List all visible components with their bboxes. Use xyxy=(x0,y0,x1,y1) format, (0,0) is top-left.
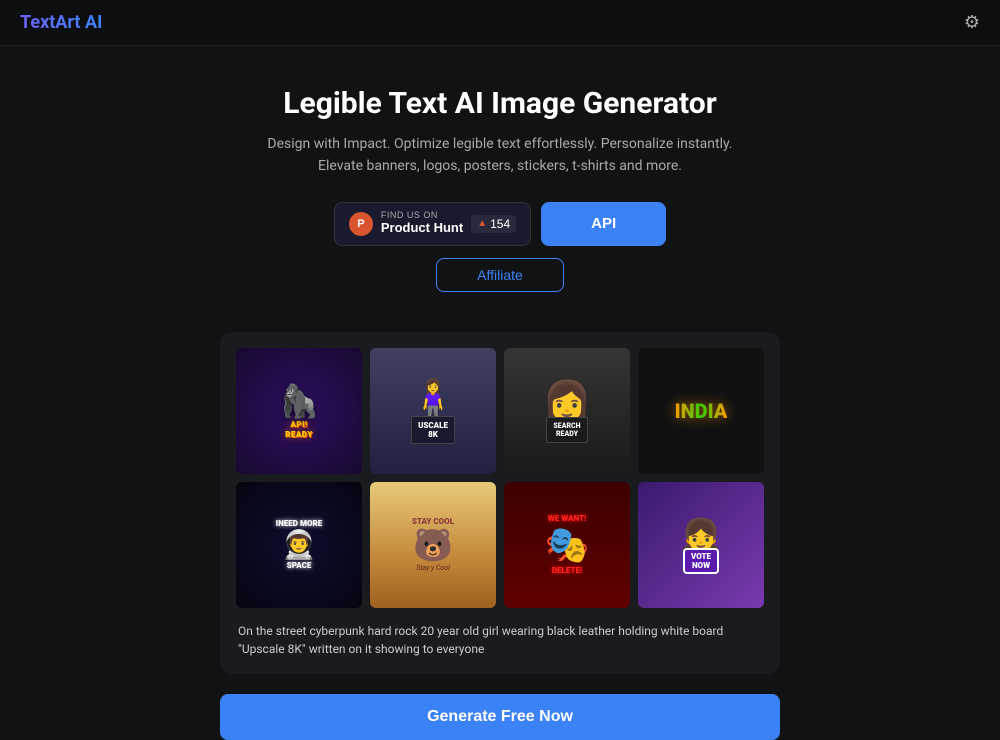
astronaut-icon: 👨‍🚀 xyxy=(282,528,317,561)
upvote-icon: ▲ xyxy=(477,218,487,229)
stay-cool-top-text: STAY COOL xyxy=(412,517,454,527)
gallery-item-uscale[interactable]: 🧍‍♀️ USCALE8K xyxy=(370,348,496,474)
api-button[interactable]: API xyxy=(541,202,666,246)
india-text: INDIA xyxy=(675,399,728,423)
we-want-top-text: WE WANT! xyxy=(548,514,586,524)
gallery-item-search-ready[interactable]: 👩 SEARCHREADY xyxy=(504,348,630,474)
search-sign: SEARCHREADY xyxy=(546,417,587,443)
uscale-sign: USCALE8K xyxy=(411,416,455,444)
api-ready-image: 🦍 API!READY xyxy=(236,348,362,474)
hero-description: Design with Impact. Optimize legible tex… xyxy=(250,133,750,178)
monkey-icon: 🦍 xyxy=(279,382,319,420)
settings-icon[interactable]: ⚙ xyxy=(964,12,980,33)
gallery-grid: 🦍 API!READY 🧍‍♀️ USCALE8K 👩 SEARCHREADY … xyxy=(236,348,764,608)
product-hunt-count: 154 xyxy=(490,217,510,231)
hero-section: Legible Text AI Image Generator Design w… xyxy=(0,46,1000,312)
gallery-item-india[interactable]: INDIA xyxy=(638,348,764,474)
gallery-item-we-want[interactable]: WE WANT! 🎭 DELETE! xyxy=(504,482,630,608)
stay-cool-image: STAY COOL 🐻 Stay y Cool xyxy=(370,482,496,608)
space-image: INEED MORE 👨‍🚀 SPACE xyxy=(236,482,362,608)
gallery-item-api-ready[interactable]: 🦍 API!READY xyxy=(236,348,362,474)
search-ready-image: 👩 SEARCHREADY xyxy=(504,348,630,474)
hero-buttons: P FIND US ON Product Hunt ▲ 154 API xyxy=(20,202,980,246)
api-ready-text: API!READY xyxy=(285,420,313,439)
vote-image: 👧 VOTENOW xyxy=(638,482,764,608)
product-hunt-text: FIND US ON Product Hunt xyxy=(381,211,463,237)
space-top-text: INEED MORE xyxy=(276,519,322,529)
we-want-bottom-text: DELETE! xyxy=(552,566,582,576)
bear-icon: 🐻 xyxy=(413,526,453,564)
product-hunt-button[interactable]: P FIND US ON Product Hunt ▲ 154 xyxy=(334,202,531,246)
page-title: Legible Text AI Image Generator xyxy=(20,86,980,121)
app-header: TextArt AI ⚙ xyxy=(0,0,1000,46)
find-us-label: FIND US ON xyxy=(381,211,438,220)
generate-bar: Generate Free Now xyxy=(220,694,780,740)
stay-cool-script-text: Stay y Cool xyxy=(416,564,450,572)
gallery-container: 🦍 API!READY 🧍‍♀️ USCALE8K 👩 SEARCHREADY … xyxy=(220,332,780,674)
india-image: INDIA xyxy=(638,348,764,474)
vote-badge: VOTENOW xyxy=(683,548,719,574)
image-description: On the street cyberpunk hard rock 20 yea… xyxy=(236,618,764,662)
product-hunt-name: Product Hunt xyxy=(381,220,463,237)
gallery-item-space[interactable]: INEED MORE 👨‍🚀 SPACE xyxy=(236,482,362,608)
product-hunt-logo-icon: P xyxy=(349,212,373,236)
deadpool-icon: 🎭 xyxy=(545,524,590,566)
gallery-item-vote[interactable]: 👧 VOTENOW xyxy=(638,482,764,608)
product-hunt-badge: ▲ 154 xyxy=(471,215,516,233)
affiliate-button[interactable]: Affiliate xyxy=(436,258,564,292)
we-want-image: WE WANT! 🎭 DELETE! xyxy=(504,482,630,608)
generate-button[interactable]: Generate Free Now xyxy=(220,694,780,740)
uscale-image: 🧍‍♀️ USCALE8K xyxy=(370,348,496,474)
app-logo: TextArt AI xyxy=(20,12,102,33)
gallery-item-stay-cool[interactable]: STAY COOL 🐻 Stay y Cool xyxy=(370,482,496,608)
